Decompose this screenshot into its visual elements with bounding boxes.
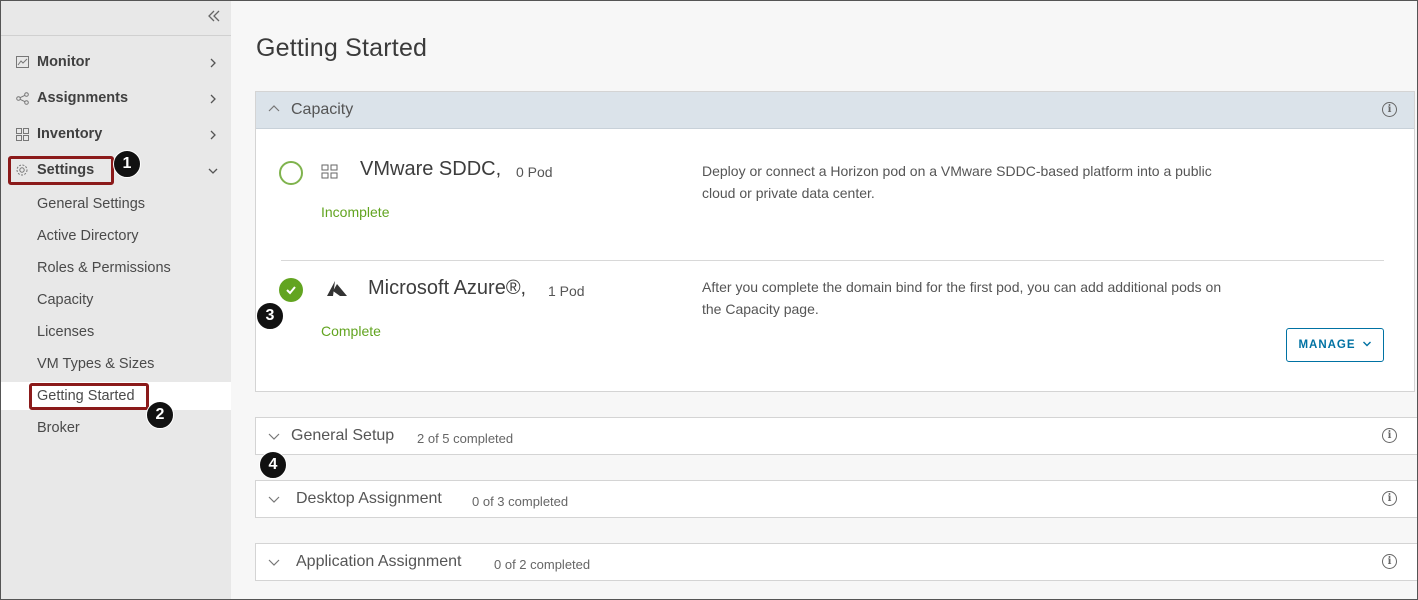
capacity-title: Capacity [291,101,354,118]
grid-icon [15,127,29,141]
chevron-right-icon [207,92,219,104]
chevron-right-icon [207,128,219,140]
section-count: 0 of 2 completed [494,557,591,572]
main-content: Getting Started Capacity i VMware SDDC, … [231,0,1418,600]
section-desktop-assignment[interactable]: Desktop Assignment 0 of 3 completed i [255,480,1418,518]
annotation-badge-2: 2 [146,401,174,429]
sidebar-item-assignments[interactable]: Assignments [0,84,231,112]
sidebar-subitem-general-settings[interactable]: General Settings [0,190,231,218]
sidebar-item-inventory[interactable]: Inventory [0,120,231,148]
chart-icon [15,55,29,69]
sidebar-item-label: Settings [37,162,95,178]
share-icon [15,91,29,105]
pod-count-microsoft-azure: 1 Pod [548,283,585,299]
sidebar-subitem-label: Roles & Permissions [37,260,171,276]
sidebar-subitem-label: Broker [37,420,80,436]
pod-description-microsoft-azure: After you complete the domain bind for t… [702,279,1222,317]
pod-count-vmware-sddc: 0 Pod [516,164,553,180]
annotation-badge-3: 3 [256,302,284,330]
annotation-badge-1: 1 [113,150,141,178]
page-title: Getting Started [256,34,428,62]
section-count: 2 of 5 completed [417,431,514,446]
chevron-down-icon[interactable] [267,555,281,569]
sidebar-subitem-label: Active Directory [37,228,139,244]
sidebar-subitem-label: General Settings [37,196,146,212]
section-application-assignment[interactable]: Application Assignment 0 of 2 completed … [255,543,1418,581]
info-icon[interactable]: i [1382,491,1397,506]
chevron-down-icon [1362,339,1372,352]
annotation-badge-4: 4 [259,451,287,479]
info-icon[interactable]: i [1382,428,1397,443]
row-divider [281,260,1384,261]
sidebar-subitem-getting-started[interactable]: Getting Started [0,382,231,410]
manage-button[interactable]: MANAGE [1286,328,1384,362]
gear-icon [15,163,29,177]
sidebar-subitem-roles-permissions[interactable]: Roles & Permissions [0,254,231,282]
info-icon[interactable]: i [1382,102,1397,117]
pod-name-vmware-sddc: VMware SDDC, [360,158,502,180]
chevron-right-icon [207,56,219,68]
section-title: General Setup [291,427,395,444]
sidebar-item-label: Assignments [37,90,129,106]
pod-status-vmware-sddc: Incomplete [321,204,390,220]
sidebar-subitem-label: Licenses [37,324,95,340]
sidebar-subitem-capacity[interactable]: Capacity [0,286,231,314]
capacity-panel: Capacity i VMware SDDC, 0 Pod Incomplete… [255,91,1415,392]
sidebar-subitem-active-directory[interactable]: Active Directory [0,222,231,250]
incomplete-status-icon [279,161,303,185]
capacity-header[interactable]: Capacity i [256,92,1414,129]
sidebar-divider [0,35,231,36]
sddc-icon [321,164,339,185]
section-title: Application Assignment [296,553,462,570]
sidebar-subitem-label: Capacity [37,292,94,308]
chevron-down-icon[interactable] [267,429,281,443]
sidebar-subitem-licenses[interactable]: Licenses [0,318,231,346]
sidebar-item-monitor[interactable]: Monitor [0,48,231,76]
section-count: 0 of 3 completed [472,494,569,509]
info-icon[interactable]: i [1382,554,1397,569]
sidebar-subitem-label: Getting Started [37,388,135,404]
sidebar: Monitor Assignments Inventory Settings G… [0,0,231,600]
pod-description-vmware-sddc: Deploy or connect a Horizon pod on a VMw… [702,163,1212,201]
chevron-down-icon [207,164,219,176]
sidebar-subitem-label: VM Types & Sizes [37,356,155,372]
pod-name-microsoft-azure: Microsoft Azure®, [368,277,527,299]
sidebar-item-label: Monitor [37,54,91,70]
manage-button-label: MANAGE [1298,339,1356,351]
chevron-down-icon[interactable] [267,492,281,506]
azure-logo-icon [326,280,348,303]
section-general-setup[interactable]: General Setup 2 of 5 completed i [255,417,1418,455]
sidebar-subitem-broker[interactable]: Broker [0,414,231,442]
check-circle-icon [279,278,303,302]
sidebar-item-label: Inventory [37,126,103,142]
double-chevron-left-icon[interactable] [206,8,222,26]
section-title: Desktop Assignment [296,490,442,507]
sidebar-subitem-vm-types-sizes[interactable]: VM Types & Sizes [0,350,231,378]
chevron-up-icon[interactable] [267,102,281,116]
pod-status-microsoft-azure: Complete [321,323,381,339]
